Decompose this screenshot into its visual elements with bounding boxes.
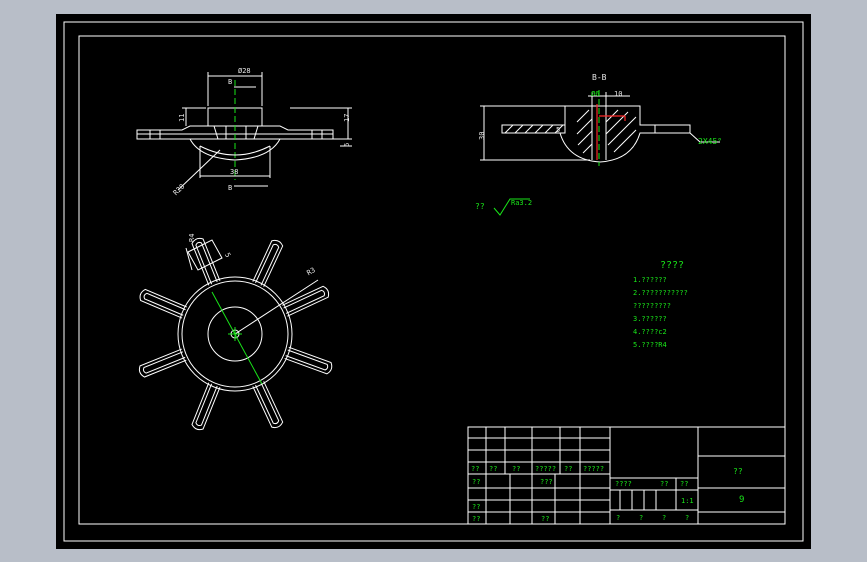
plan-dim-arm-a: R4 [188, 234, 196, 242]
tb-mid-label-a: ???? [615, 480, 632, 488]
dim-bottom-width: 38 [230, 168, 238, 176]
section-dim-inner: 5 [556, 126, 560, 134]
tb-mid-label-b: ?? [660, 480, 668, 488]
tb-row-label-6: ????? [583, 465, 604, 473]
tb-left-label-3: ?? [472, 515, 480, 523]
roughness-value: Ra3.2 [511, 199, 532, 207]
dim-top-diameter: Ø28 [238, 67, 251, 75]
tb-scale: 1:1 [681, 497, 694, 505]
note-line-5: 4.????c2 [633, 328, 667, 336]
note-line-6: 5.????R4 [633, 341, 667, 349]
section-chamfer: 2X45° [698, 137, 722, 146]
tb-bottom-q-3: ? [662, 514, 666, 522]
cad-drawing-canvas: Ø28 38 11 17 6 R20 B B B-B Ø6 10 30 5 2X… [56, 14, 811, 549]
section-label-bottom: B [228, 184, 232, 192]
roughness-prefix: ?? [475, 202, 485, 211]
notes-title: ???? [660, 260, 684, 271]
tb-bottom-q-4: ? [685, 514, 689, 522]
tb-left-label-mid: ??? [540, 478, 553, 486]
dim-left-height: 11 [178, 114, 186, 122]
tb-bottom-q-2: ? [639, 514, 643, 522]
tb-bottom-q-1: ? [616, 514, 620, 522]
note-line-1: 1.?????? [633, 276, 667, 284]
dim-right-height-a: 17 [343, 114, 351, 122]
section-dim-width: 10 [614, 90, 622, 98]
tb-left-label-1: ?? [472, 478, 480, 486]
section-label-top: B [228, 78, 232, 86]
tb-left-label-2: ?? [472, 503, 480, 511]
section-title: B-B [592, 73, 607, 82]
section-dim-height: 30 [478, 132, 486, 140]
note-line-3: ????????? [633, 302, 671, 310]
tb-row-label-2: ?? [489, 465, 497, 473]
tb-mid-label-c: ?? [680, 480, 688, 488]
tb-part-name: ?? [733, 467, 743, 476]
dim-right-height-b: 6 [343, 143, 351, 147]
tb-row-label-5: ?? [564, 465, 572, 473]
tb-row-label-4: ????? [535, 465, 556, 473]
tb-row-label-3: ?? [512, 465, 520, 473]
tb-drawing-number: 9 [739, 495, 744, 505]
section-dim-bore: Ø6 [591, 90, 599, 98]
tb-left-label-bottom: ?? [541, 515, 549, 523]
note-line-4: 3.?????? [633, 315, 667, 323]
tb-row-label-1: ?? [471, 465, 479, 473]
note-line-2: 2.??????????? [633, 289, 688, 297]
